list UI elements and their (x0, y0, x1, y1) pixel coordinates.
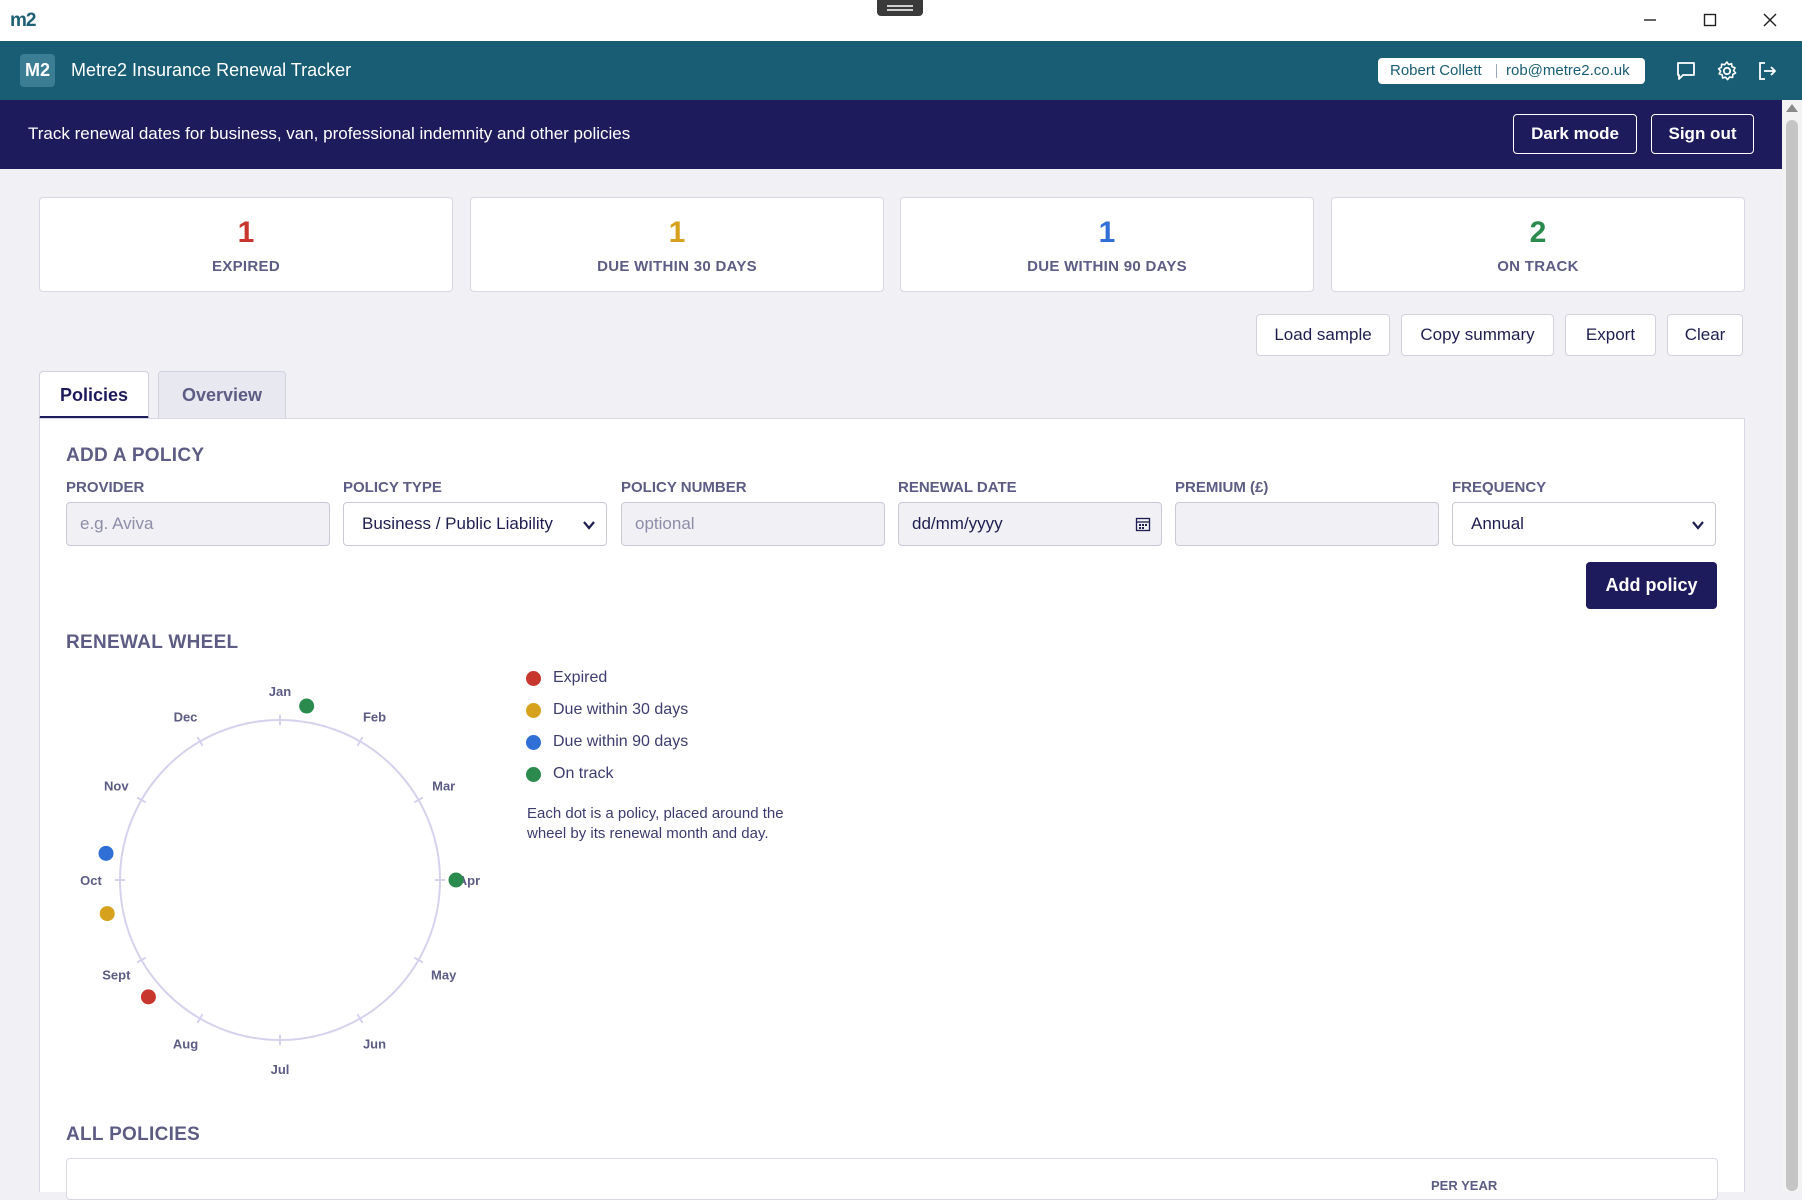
legend-dot (526, 735, 541, 750)
provider-input[interactable] (66, 502, 330, 546)
all-policies-heading: ALL POLICIES (66, 1124, 201, 1145)
sign-out-button[interactable]: Sign out (1651, 114, 1754, 154)
frequency-value: Annual (1471, 514, 1524, 533)
stat-value: 1 (668, 216, 686, 249)
renewal-date-input[interactable]: dd/mm/yyyy (898, 502, 1162, 546)
stat-value: 2 (1529, 216, 1547, 249)
user-name: Robert Collett (1390, 62, 1482, 79)
add-policy-heading: ADD A POLICY (66, 445, 205, 466)
wheel-dot-on-track[interactable] (299, 698, 315, 714)
user-badge[interactable]: Robert Collett rob@metre2.co.uk (1378, 58, 1645, 84)
wheel-month-label: Mar (432, 779, 455, 794)
app-logo: M2 (20, 54, 55, 87)
wheel-month-label: Aug (173, 1037, 198, 1052)
stat-value: 1 (1098, 216, 1116, 249)
policy-type-label: POLICY TYPE (343, 479, 442, 496)
wheel-ring (119, 719, 441, 1041)
logout-button[interactable] (1753, 57, 1781, 85)
policy-number-input[interactable] (621, 502, 885, 546)
gear-icon (1717, 61, 1737, 81)
legend-label: On track (553, 765, 614, 782)
legend-dot (526, 767, 541, 782)
dark-mode-button[interactable]: Dark mode (1513, 114, 1637, 154)
chevron-down-icon (1692, 521, 1704, 530)
tab-overview[interactable]: Overview (158, 371, 286, 419)
legend-label: Due within 30 days (553, 701, 689, 718)
app-icon: m2 (10, 10, 36, 31)
policy-number-label: POLICY NUMBER (621, 479, 747, 496)
tab-policies[interactable]: Policies (39, 371, 149, 420)
stat-value: 1 (237, 216, 255, 249)
legend-dot (526, 703, 541, 718)
premium-label: PREMIUM (£) (1175, 479, 1269, 496)
chevron-down-icon (583, 521, 595, 530)
export-button[interactable]: Export (1565, 314, 1656, 356)
user-badge-divider (1496, 64, 1497, 78)
drag-handle[interactable] (877, 0, 923, 16)
load-sample-button[interactable]: Load sample (1256, 314, 1390, 356)
wheel-month-label: Dec (174, 709, 198, 724)
wheel-month-label: May (431, 968, 457, 983)
chat-icon (1677, 62, 1695, 80)
wheel-month-label: Feb (363, 709, 386, 724)
renewal-date-label: RENEWAL DATE (898, 479, 1017, 496)
wheel-month-label: Jun (363, 1037, 386, 1052)
wheel-month-label: Jul (271, 1062, 290, 1077)
renewal-wheel-heading: RENEWAL WHEEL (66, 632, 239, 653)
minimize-icon (1644, 19, 1656, 21)
logout-icon (1759, 62, 1776, 80)
close-icon (1763, 13, 1777, 27)
app-header: M2 Metre2 Insurance Renewal Tracker Robe… (0, 41, 1802, 100)
wheel-note: Each dot is a policy, placed around the … (527, 805, 784, 842)
renewal-wheel: JanFebMarAprMayJunJulAugSeptOctNovDec (80, 684, 480, 1077)
calendar-icon[interactable] (1135, 516, 1151, 532)
close-window-button[interactable] (1740, 0, 1800, 41)
premium-input[interactable] (1175, 502, 1439, 546)
policy-type-select[interactable]: Business / Public Liability (343, 502, 607, 546)
wheel-dot-expired[interactable] (140, 989, 156, 1005)
scroll-up-icon[interactable] (1786, 104, 1798, 112)
stat-label: EXPIRED (212, 258, 280, 275)
chat-button[interactable] (1672, 57, 1700, 85)
frequency-select[interactable]: Annual (1452, 502, 1716, 546)
legend-label: Due within 90 days (553, 733, 689, 750)
copy-summary-button[interactable]: Copy summary (1401, 314, 1554, 356)
frequency-label: FREQUENCY (1452, 479, 1547, 496)
stat-card-due-90: 1 DUE WITHIN 90 DAYS (900, 197, 1314, 292)
stat-card-on-track: 2 ON TRACK (1331, 197, 1745, 292)
clear-button[interactable]: Clear (1667, 314, 1743, 356)
wheel-dot-on-track[interactable] (448, 872, 464, 888)
legend-label: Expired (553, 669, 608, 686)
app-title: Metre2 Insurance Renewal Tracker (71, 60, 352, 80)
wheel-ticks (115, 715, 445, 1045)
wheel-dots (98, 698, 464, 1005)
stat-label: DUE WITHIN 90 DAYS (1027, 258, 1187, 275)
legend-dot (526, 671, 541, 686)
tagline: Track renewal dates for business, van, p… (28, 124, 631, 143)
wheel-month-label: Jan (269, 684, 291, 699)
policy-type-value: Business / Public Liability (362, 514, 553, 533)
renewal-date-placeholder: dd/mm/yyyy (912, 514, 1003, 533)
wheel-month-labels: JanFebMarAprMayJunJulAugSeptOctNovDec (80, 684, 480, 1077)
stat-label: DUE WITHIN 30 DAYS (597, 258, 757, 275)
provider-label: PROVIDER (66, 479, 145, 496)
settings-button[interactable] (1713, 57, 1741, 85)
maximize-button[interactable] (1680, 0, 1740, 41)
wheel-month-label: Oct (80, 873, 102, 888)
tagline-banner: Track renewal dates for business, van, p… (0, 100, 1782, 169)
user-email: rob@metre2.co.uk (1506, 62, 1630, 79)
wheel-dot-due-90[interactable] (98, 845, 114, 861)
stat-card-expired: 1 EXPIRED (39, 197, 453, 292)
wheel-month-label: Sept (102, 968, 131, 983)
scrollbar-thumb[interactable] (1786, 120, 1798, 1191)
maximize-icon (1703, 13, 1717, 27)
minimize-button[interactable] (1620, 0, 1680, 41)
stat-label: ON TRACK (1497, 258, 1579, 275)
wheel-month-label: Nov (104, 779, 129, 794)
stat-card-due-30: 1 DUE WITHIN 30 DAYS (470, 197, 884, 292)
window-titlebar[interactable]: m2 (0, 0, 1802, 42)
wheel-dot-due-30[interactable] (99, 906, 115, 922)
add-policy-button[interactable]: Add policy (1586, 562, 1717, 609)
